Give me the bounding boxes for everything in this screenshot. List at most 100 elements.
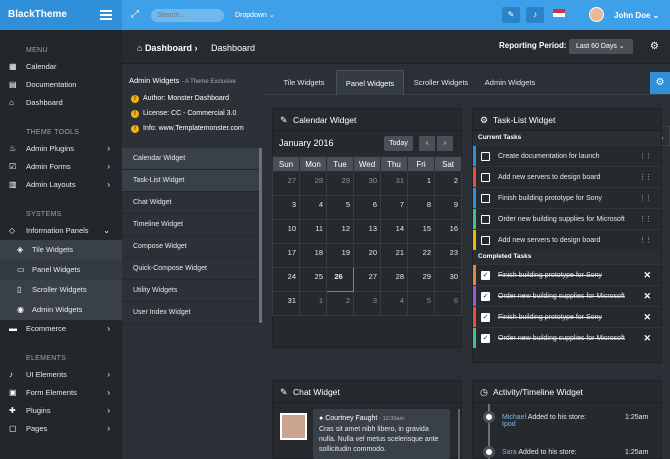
dropdown-menu[interactable]: Dropdown ⌄ [235, 11, 275, 19]
tab-panel-widgets[interactable]: Panel Widgets [336, 70, 404, 95]
calendar-day[interactable]: 13 [353, 219, 381, 244]
sidebar-item-form-elements[interactable]: ▣ Form Elements › [0, 384, 122, 402]
drag-handle-icon[interactable]: ⋮⋮ [639, 209, 652, 230]
search-input[interactable] [151, 9, 224, 22]
calendar-day[interactable]: 22 [407, 243, 435, 268]
calendar-day[interactable]: 6 [434, 291, 462, 316]
sidebar-item-calendar[interactable]: ▦ Calendar [0, 58, 122, 76]
task-checkbox[interactable] [481, 194, 490, 203]
task-item[interactable]: Create documentation for launch ⋮⋮ [473, 145, 661, 166]
task-checkbox-checked[interactable]: ✓ [481, 313, 490, 322]
calendar-day[interactable]: 27 [353, 267, 381, 292]
calendar-day[interactable]: 21 [380, 243, 408, 268]
avatar[interactable] [589, 7, 604, 22]
sidebar-item-admin-plugins[interactable]: ♨ Admin Plugins › [0, 140, 122, 158]
calendar-day[interactable]: 10 [272, 219, 300, 244]
list-item[interactable]: Task-List Widget [122, 170, 262, 192]
calendar-day[interactable]: 23 [434, 243, 462, 268]
sidebar-item-scroller-widgets[interactable]: ▯ Scroller Widgets [0, 280, 122, 300]
task-checkbox-checked[interactable]: ✓ [481, 271, 490, 280]
calendar-day[interactable]: 28 [380, 267, 408, 292]
user-menu[interactable]: John Doe ⌄ [614, 11, 659, 20]
calendar-day[interactable]: 2 [326, 291, 354, 316]
calendar-day[interactable]: 28 [299, 171, 327, 196]
wrench-icon[interactable]: ✎ [502, 7, 520, 23]
calendar-day[interactable]: 5 [326, 195, 354, 220]
calendar-day[interactable]: 3 [272, 195, 300, 220]
task-item[interactable]: Add new servers to design board ⋮⋮ [473, 229, 661, 250]
calendar-day[interactable]: 19 [326, 243, 354, 268]
brand-logo[interactable]: BlackTheme [0, 0, 122, 30]
sidebar-item-panel-widgets[interactable]: ▭ Panel Widgets [0, 260, 122, 280]
sidebar-item-pages[interactable]: ▢ Pages › [0, 420, 122, 438]
calendar-day[interactable]: 17 [272, 243, 300, 268]
task-checkbox[interactable] [481, 215, 490, 224]
close-icon[interactable]: ✕ [643, 265, 651, 286]
calendar-day[interactable]: 27 [272, 171, 300, 196]
sidebar-item-documentation[interactable]: ▤ Documentation [0, 76, 122, 94]
calendar-day[interactable]: 16 [434, 219, 462, 244]
sidebar-item-admin-widgets[interactable]: ◉ Admin Widgets [0, 300, 122, 320]
reporting-period-select[interactable]: Last 60 Days ⌄ [569, 39, 633, 54]
calendar-day[interactable]: 12 [326, 219, 354, 244]
calendar-day[interactable]: 20 [353, 243, 381, 268]
fullscreen-icon[interactable]: ⤢ [131, 9, 139, 20]
scrollbar[interactable] [259, 148, 262, 323]
list-item[interactable]: User Index Widget [122, 302, 262, 324]
sidebar-item-admin-layouts[interactable]: ▥ Admin Layouts › [0, 176, 122, 194]
calendar-day[interactable]: 11 [299, 219, 327, 244]
drag-handle-icon[interactable]: ⋮⋮ [639, 188, 652, 209]
calendar-day[interactable]: 6 [353, 195, 381, 220]
calendar-day[interactable]: 31 [380, 171, 408, 196]
breadcrumb[interactable]: ⌂ Dashboard › [137, 43, 197, 53]
calendar-day[interactable]: 14 [380, 219, 408, 244]
list-item[interactable]: Quick-Compose Widget [122, 258, 262, 280]
bell-icon[interactable]: ♪ [526, 7, 544, 23]
calendar-day[interactable]: 4 [299, 195, 327, 220]
list-item[interactable]: Timeline Widget [122, 214, 262, 236]
completed-task-item[interactable]: ✓ Finish building prototype for Sony ✕ [473, 306, 661, 327]
calendar-day[interactable]: 18 [299, 243, 327, 268]
calendar-day[interactable]: 1 [407, 171, 435, 196]
close-icon[interactable]: ✕ [643, 328, 651, 349]
next-month-button[interactable]: › [437, 136, 453, 151]
tab-scroller-widgets[interactable]: Scroller Widgets [406, 70, 476, 95]
calendar-day[interactable]: 26 [326, 267, 354, 292]
calendar-day[interactable]: 8 [407, 195, 435, 220]
calendar-day[interactable]: 30 [434, 267, 462, 292]
tab-tile-widgets[interactable]: Tile Widgets [272, 70, 336, 95]
task-checkbox-checked[interactable]: ✓ [481, 334, 490, 343]
sidebar-item-ui-elements[interactable]: ♪ UI Elements › [0, 366, 122, 384]
calendar-day[interactable]: 24 [272, 267, 300, 292]
activity-link[interactable]: Ipod [502, 421, 516, 428]
calendar-day[interactable]: 5 [407, 291, 435, 316]
calendar-day[interactable]: 25 [299, 267, 327, 292]
gear-icon[interactable]: ⚙ [650, 41, 659, 52]
calendar-day[interactable]: 3 [353, 291, 381, 316]
task-checkbox[interactable] [481, 173, 490, 182]
drag-handle-icon[interactable]: ⋮⋮ [639, 230, 652, 251]
task-checkbox-checked[interactable]: ✓ [481, 292, 490, 301]
close-icon[interactable]: ✕ [643, 286, 651, 307]
flag-icon[interactable] [550, 7, 568, 23]
calendar-day[interactable]: 31 [272, 291, 300, 316]
prev-month-button[interactable]: ‹ [419, 136, 435, 151]
list-item[interactable]: Compose Widget [122, 236, 262, 258]
sidebar-item-ecommerce[interactable]: ▬ Ecommerce › [0, 320, 122, 338]
drag-handle-icon[interactable]: ⋮⋮ [639, 146, 652, 167]
list-item[interactable]: Utility Widgets [122, 280, 262, 302]
today-button[interactable]: Today [384, 136, 413, 151]
calendar-day[interactable]: 4 [380, 291, 408, 316]
sidebar-item-tile-widgets[interactable]: ◈ Tile Widgets [0, 240, 122, 260]
tab-admin-widgets[interactable]: Admin Widgets [476, 70, 544, 95]
calendar-day[interactable]: 1 [299, 291, 327, 316]
task-checkbox[interactable] [481, 152, 490, 161]
close-icon[interactable]: ✕ [643, 307, 651, 328]
completed-task-item[interactable]: ✓ Finish building prototype for Sony ✕ [473, 264, 661, 285]
sidebar-item-admin-forms[interactable]: ☑ Admin Forms › [0, 158, 122, 176]
menu-toggle-icon[interactable] [100, 10, 112, 20]
calendar-day[interactable]: 15 [407, 219, 435, 244]
calendar-day[interactable]: 29 [326, 171, 354, 196]
task-checkbox[interactable] [481, 236, 490, 245]
calendar-day[interactable]: 9 [434, 195, 462, 220]
